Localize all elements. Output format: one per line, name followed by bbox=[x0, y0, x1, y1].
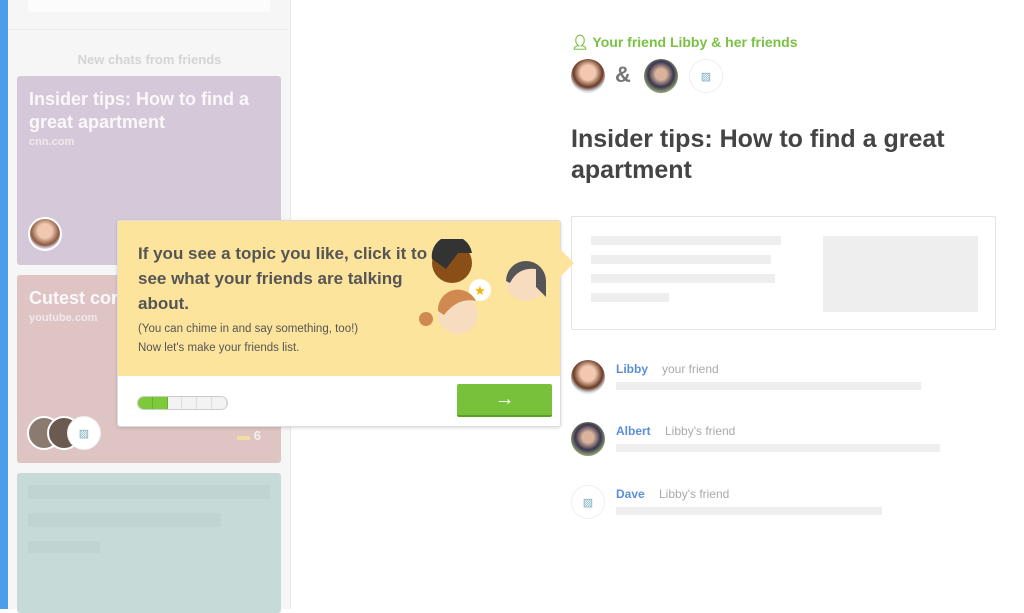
placeholder-line bbox=[591, 236, 781, 245]
left-edge-bar bbox=[0, 0, 8, 609]
placeholder-line bbox=[591, 255, 771, 264]
placeholder-line bbox=[616, 444, 940, 452]
friend-name[interactable]: Dave bbox=[616, 487, 645, 501]
tooltip-body: If you see a topic you like, click it to… bbox=[118, 221, 574, 376]
ampersand: & bbox=[615, 62, 631, 87]
preview-image-placeholder bbox=[823, 236, 978, 312]
avatar bbox=[28, 217, 62, 251]
comment-count-value: 6 bbox=[253, 428, 261, 443]
broken-image-icon: ▨ bbox=[571, 485, 605, 519]
placeholder-line bbox=[616, 382, 921, 390]
friends-chatting-illustration: ★ bbox=[419, 239, 546, 334]
placeholder-line bbox=[28, 485, 270, 499]
avatar-albert[interactable] bbox=[644, 59, 678, 93]
friend-name[interactable]: Libby bbox=[616, 362, 648, 376]
placeholder-line bbox=[28, 541, 100, 553]
friend-relation: Libby's friend bbox=[659, 487, 730, 501]
friend-label: Your friend Libby & her friends bbox=[592, 34, 798, 50]
chat-card[interactable] bbox=[17, 473, 281, 613]
broken-image-icon: ▨ bbox=[67, 416, 101, 450]
placeholder-line bbox=[591, 293, 669, 302]
placeholder-line bbox=[28, 513, 221, 527]
broken-image-icon[interactable]: ▨ bbox=[689, 59, 723, 93]
tooltip-heading: If you see a topic you like, click it to… bbox=[138, 244, 428, 313]
comment-count: ▬ 6 bbox=[237, 428, 261, 443]
friend-row[interactable]: ▨ Dave Libby's friend bbox=[571, 485, 991, 525]
card-source: cnn.com bbox=[29, 136, 75, 148]
next-button[interactable]: → bbox=[457, 384, 552, 417]
placeholder-line bbox=[616, 507, 882, 515]
svg-text:★: ★ bbox=[474, 283, 486, 298]
avatar bbox=[571, 422, 605, 456]
article-preview[interactable] bbox=[571, 216, 996, 330]
friend-name[interactable]: Albert bbox=[616, 424, 651, 438]
section-title: New chats from friends bbox=[77, 52, 222, 67]
friend-row[interactable]: Albert Libby's friend bbox=[571, 422, 991, 462]
onboarding-progress bbox=[137, 396, 228, 410]
friend-row[interactable]: Libby your friend bbox=[571, 360, 991, 400]
card-title: Insider tips: How to find a great apartm… bbox=[29, 89, 249, 132]
avatar-libby[interactable] bbox=[571, 59, 605, 93]
avatar bbox=[571, 360, 605, 394]
onboarding-tooltip: If you see a topic you like, click it to… bbox=[117, 220, 574, 427]
friend-relation: Libby's friend bbox=[665, 424, 736, 438]
placeholder-line bbox=[591, 274, 775, 283]
article-title: Insider tips: How to find a great apartm… bbox=[571, 125, 945, 184]
friend-relation: your friend bbox=[662, 362, 719, 376]
divider bbox=[8, 29, 291, 30]
tooltip-arrow bbox=[560, 249, 574, 277]
comment-icon: ▬ bbox=[237, 428, 251, 443]
previous-card[interactable] bbox=[28, 0, 270, 12]
person-icon: 👤︎ bbox=[571, 34, 589, 50]
